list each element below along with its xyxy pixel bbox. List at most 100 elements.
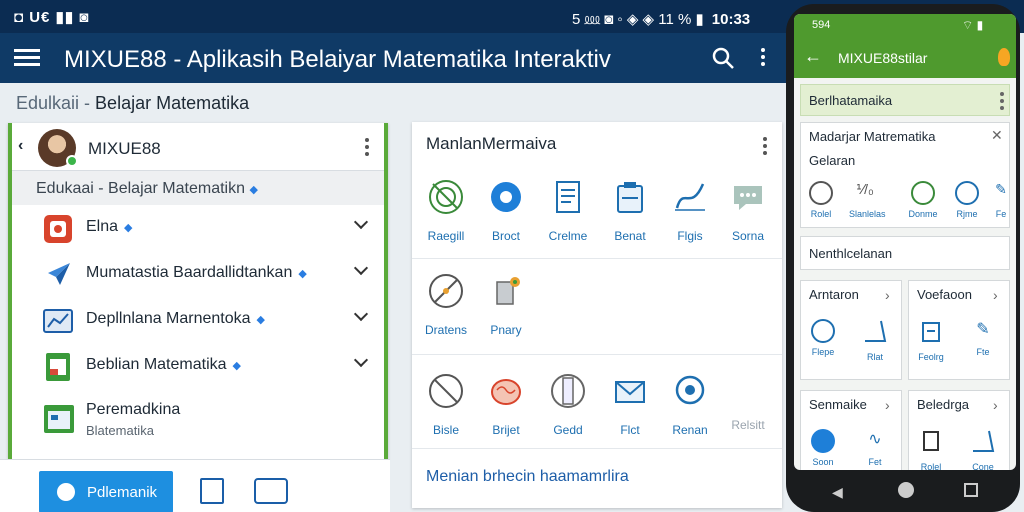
phone-tool[interactable]: Flepe: [807, 319, 839, 357]
camera-icon[interactable]: [254, 478, 288, 504]
primary-button[interactable]: Pdlemanik: [39, 471, 173, 512]
tool-item[interactable]: Bisle: [416, 372, 476, 437]
tool-item[interactable]: Flgis: [660, 178, 720, 243]
chevron-right-icon[interactable]: ›: [993, 397, 998, 413]
tool-item[interactable]: Raegill: [416, 178, 476, 243]
clipboard-icon: [922, 322, 940, 342]
phone-tool[interactable]: ∿ Fet: [859, 429, 891, 467]
flag-box-icon: [496, 277, 520, 305]
chevron-down-icon[interactable]: [353, 306, 369, 322]
phone-card-small[interactable]: Arntaron › Flepe Rlat: [800, 280, 902, 380]
back-arrow-icon[interactable]: ←: [804, 46, 822, 67]
tool-item[interactable]: Flct: [600, 372, 660, 437]
info-dot-icon: ◆: [232, 360, 241, 372]
status-icons-right: 5 ⅏ ◙ ◦ ◈ ◈ 11 % ▮ 10:33: [572, 11, 751, 28]
bottom-toolbar: Pdlemanik: [0, 459, 390, 512]
phone-tool[interactable]: Rlat: [859, 319, 891, 362]
chevron-right-icon[interactable]: ›: [885, 397, 890, 413]
sidebar-item-elna[interactable]: Elna ◆: [12, 205, 384, 251]
wifi-battery-icon: ⌔ ▮: [962, 18, 984, 32]
phone-status-bar: 594 ⌔ ▮: [794, 14, 1016, 38]
phone-app-bar: ← MIXUE88stilar: [794, 38, 1016, 78]
more-options-icon[interactable]: [760, 134, 770, 158]
phone-tool[interactable]: Feolrg: [915, 319, 947, 362]
divider: [412, 448, 782, 449]
tool-item[interactable]: Sorna: [718, 178, 778, 243]
blank-icon: [729, 372, 767, 410]
lightbulb-icon[interactable]: [998, 48, 1010, 66]
phone-tool[interactable]: ⅟/₀ Slanlelas: [849, 181, 886, 219]
circle-badge-icon: [811, 429, 835, 453]
tool-item[interactable]: Pnary: [476, 272, 536, 337]
phone-card-small[interactable]: Beledrga › Rolel Cone: [908, 390, 1010, 470]
sidebar-item-beblian[interactable]: Beblian Matematika ◆: [12, 343, 384, 389]
tool-item[interactable]: Brijet: [476, 372, 536, 437]
tool-item[interactable]: Broct: [476, 178, 536, 243]
tool-item[interactable]: Relsitt: [718, 372, 778, 432]
phone-tool[interactable]: Rolel: [805, 181, 837, 219]
formula-icon: ⅟/₀: [856, 181, 874, 197]
panel-footer-text[interactable]: Menian brhecin haamamrlira: [426, 468, 629, 486]
divider: [412, 258, 782, 259]
lock-icon: [44, 215, 72, 243]
home-nav-icon[interactable]: [898, 482, 914, 498]
pencil-icon: ✎: [995, 181, 1007, 197]
calendar-board-icon: [44, 405, 74, 433]
app-bar: MIXUE88 - Aplikasih Belaiyar Matematika …: [0, 33, 790, 83]
phone-tool[interactable]: Cone: [967, 429, 999, 470]
close-icon[interactable]: ✕: [991, 127, 1003, 144]
breadcrumb-second: Belajar Matematika: [95, 93, 250, 113]
phone-tool[interactable]: Donme: [907, 181, 939, 219]
phone-card-lesson: Madarjar Matrematika ✕ Gelaran Rolel ⅟/₀…: [800, 122, 1010, 228]
target-icon: [429, 180, 463, 214]
chevron-left-icon[interactable]: ‹: [18, 137, 23, 155]
search-icon[interactable]: [710, 45, 736, 71]
info-dot-icon: ◆: [256, 314, 266, 326]
ruler-circle-icon: [551, 374, 585, 408]
status-icons-left: ◘ U€ ▮▮ ◙: [14, 9, 90, 26]
brain-icon: [491, 379, 521, 405]
sidebar-item-depllnlana[interactable]: Depllnlana Marnentoka ◆: [12, 297, 384, 343]
phone-card-section[interactable]: Nenthlcelanan: [800, 236, 1010, 270]
phone-card-small[interactable]: Voefaoon › Feolrg ✎ Fte: [908, 280, 1010, 380]
breadcrumb: Edulkaii - Belajar Matematika: [16, 93, 249, 114]
chevron-right-icon[interactable]: ›: [993, 287, 998, 303]
info-dot-icon: ◆: [249, 184, 258, 196]
tool-item[interactable]: Renan: [660, 372, 720, 437]
phone-card-small[interactable]: Senmaike › Soon ∿ Fet: [800, 390, 902, 470]
hamburger-menu-icon[interactable]: [14, 45, 40, 71]
phone-tool[interactable]: ✎ Fte: [967, 319, 999, 357]
breadcrumb-first[interactable]: Edulkaii -: [16, 93, 90, 113]
chat-bubble-icon: [734, 186, 762, 210]
tool-item[interactable]: Benat: [600, 178, 660, 243]
phone-tab[interactable]: Berlhatamaika: [800, 84, 1010, 116]
document-icon[interactable]: [200, 478, 224, 504]
clipboard-icon: [617, 182, 643, 213]
phone-tool[interactable]: Rjme: [951, 181, 983, 219]
sidebar-subtitle: Edukaai - Belajar Matematikn ◆: [12, 171, 384, 205]
tool-item[interactable]: Crelme: [538, 178, 598, 243]
more-options-icon[interactable]: [362, 135, 372, 159]
recents-nav-icon[interactable]: [964, 483, 978, 497]
phone-tool[interactable]: ✎ Fe: [985, 181, 1016, 219]
phone-tool[interactable]: Rolel: [915, 429, 947, 470]
chevron-down-icon[interactable]: [353, 214, 369, 230]
spreadsheet-icon: [46, 353, 70, 381]
tool-item[interactable]: Gedd: [538, 372, 598, 437]
gear-bubble-icon: [675, 375, 705, 405]
more-options-icon[interactable]: [999, 89, 1005, 113]
tool-item[interactable]: Dratens: [416, 272, 476, 337]
sidebar-item-mumatastia[interactable]: Mumatastia Baardallidtankan ◆: [12, 251, 384, 297]
phone-tool[interactable]: Soon: [807, 429, 839, 467]
angle-icon: [865, 320, 887, 342]
protractor-icon: [429, 274, 463, 308]
more-options-icon[interactable]: [756, 45, 770, 71]
chevron-down-icon[interactable]: [353, 260, 369, 276]
sidebar-item-peremadkina[interactable]: Peremadkina Blatematika: [12, 389, 384, 445]
back-nav-icon[interactable]: ◀: [832, 484, 843, 501]
chevron-right-icon[interactable]: ›: [885, 287, 890, 303]
compass-arrow-icon: [46, 263, 70, 287]
avatar[interactable]: [38, 129, 78, 167]
chevron-down-icon[interactable]: [353, 352, 369, 368]
divider: [412, 354, 782, 355]
